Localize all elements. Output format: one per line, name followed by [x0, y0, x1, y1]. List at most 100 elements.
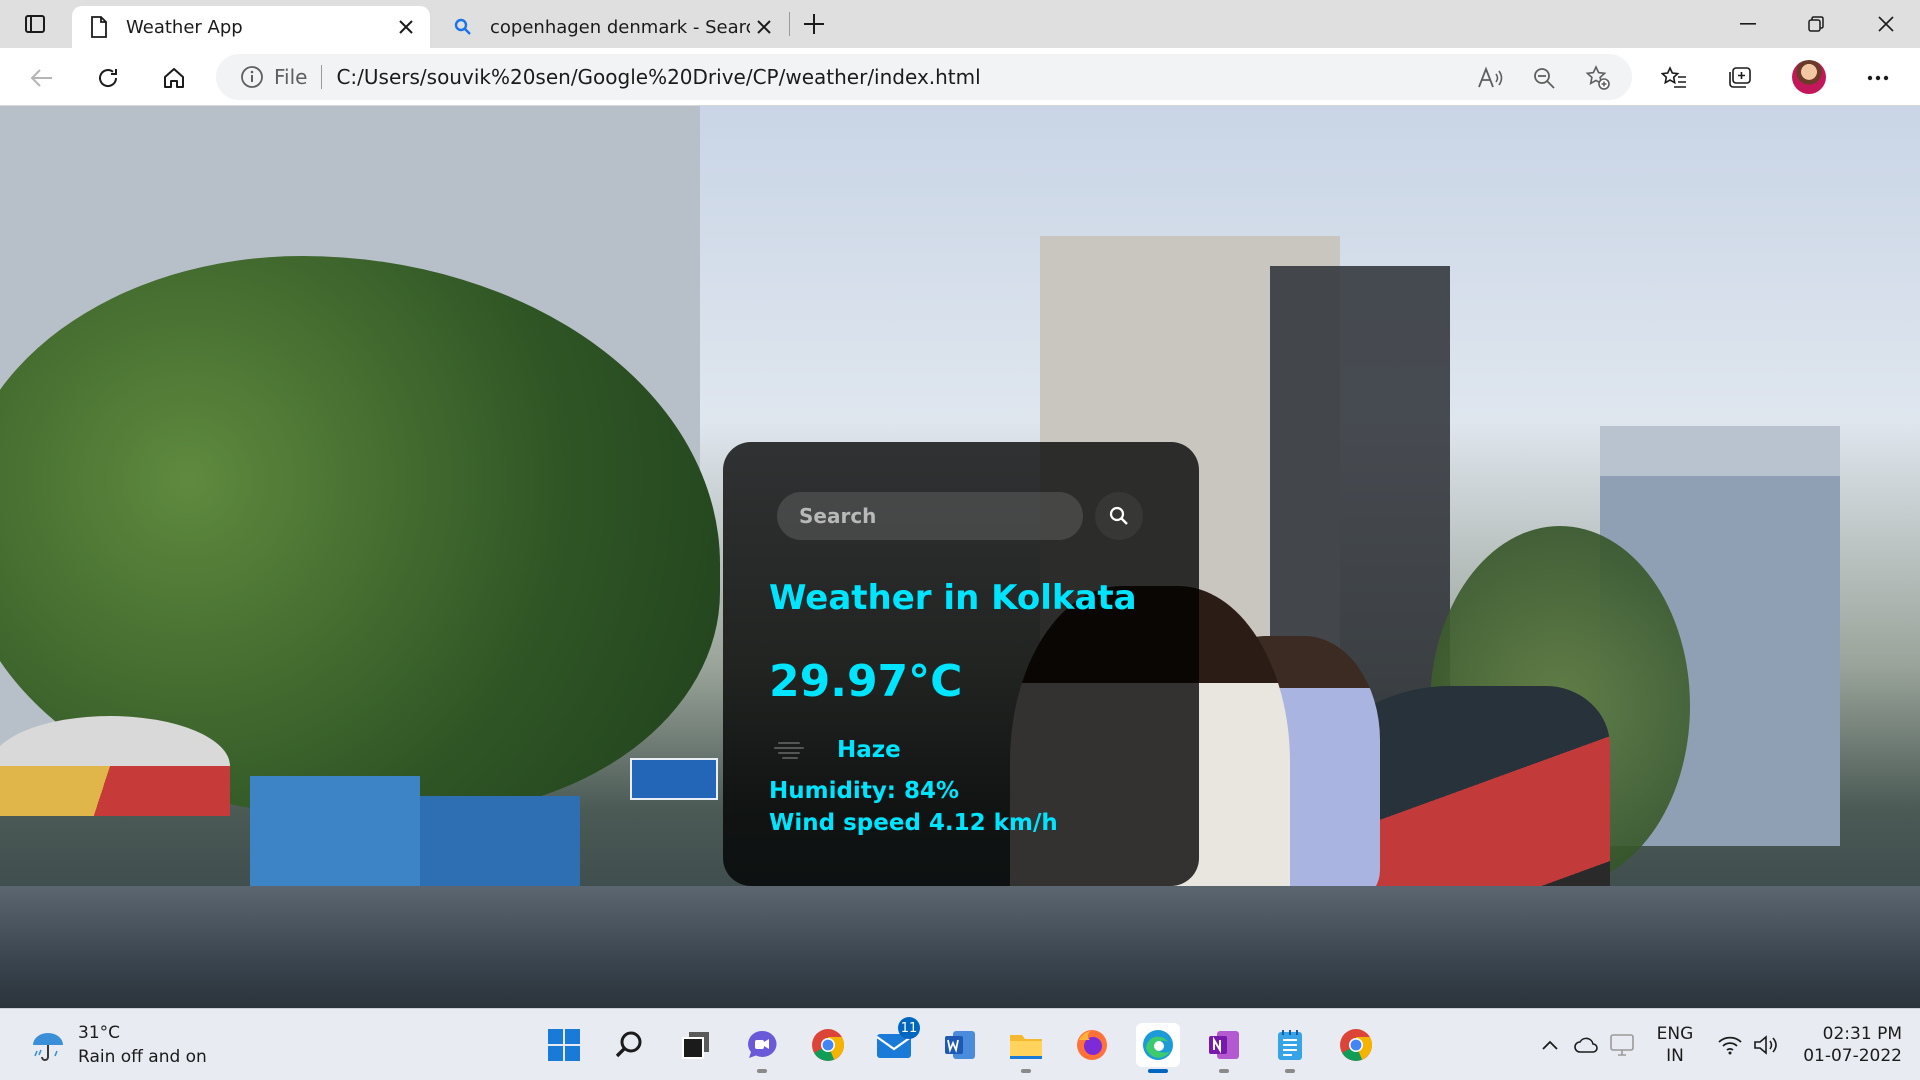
temperature: 29.97°C [769, 656, 963, 707]
address-bar[interactable]: File C:/Users/souvik%20sen/Google%20Driv… [216, 54, 1632, 100]
onenote-app-button[interactable] [1202, 1023, 1246, 1073]
tab-title: Weather App [126, 16, 243, 38]
back-arrow-icon [30, 69, 52, 87]
monitor-icon [1610, 1034, 1634, 1056]
collections-button[interactable] [1720, 58, 1760, 98]
mail-app-button[interactable]: 11 [872, 1017, 920, 1067]
taskbar-weather-temp: 31°C [78, 1023, 121, 1043]
mail-unread-badge: 11 [898, 1017, 920, 1039]
task-view-icon [682, 1032, 709, 1059]
show-hidden-icons-button[interactable] [1536, 1031, 1564, 1059]
chat-icon [748, 1030, 777, 1058]
restore-button[interactable] [1786, 0, 1846, 48]
search-icon [1109, 506, 1128, 525]
read-aloud-icon [1478, 66, 1503, 88]
running-indicator [1285, 1069, 1295, 1073]
taskbar-weather-widget[interactable]: 31°C Rain off and on [28, 1021, 207, 1069]
home-icon [164, 68, 184, 88]
search-icon [615, 1031, 642, 1058]
rain-umbrella-icon [28, 1025, 68, 1065]
wifi-icon [1718, 1036, 1742, 1055]
weather-card: Weather in Kolkata 29.97°C Haze Humidity… [723, 442, 1199, 886]
search-input[interactable] [777, 492, 1083, 540]
haze-icon [769, 730, 809, 770]
active-indicator [1148, 1069, 1168, 1073]
notepad-app-button[interactable] [1268, 1023, 1312, 1073]
star-add-icon [1585, 65, 1610, 90]
add-favorite-button[interactable] [1584, 64, 1612, 92]
settings-menu-button[interactable] [1858, 58, 1898, 98]
edge-icon [1143, 1030, 1173, 1060]
language-code: ENG [1656, 1024, 1694, 1044]
tab-weather-app[interactable]: Weather App [72, 6, 430, 48]
start-button[interactable] [542, 1023, 586, 1067]
favorites-icon [1661, 66, 1686, 88]
humidity: Humidity: 84% [769, 778, 960, 804]
firefox-app-button[interactable] [1070, 1023, 1114, 1067]
search-taskbar-button[interactable] [608, 1023, 652, 1067]
chrome-profile-app-button[interactable] [1334, 1023, 1378, 1067]
refresh-button[interactable] [88, 58, 128, 98]
new-tab-button[interactable] [798, 8, 830, 40]
background-floodwater [0, 886, 1920, 1008]
clock-date: 01-07-2022 [1803, 1046, 1902, 1066]
edge-app-button[interactable] [1136, 1023, 1180, 1073]
chrome-icon [1340, 1029, 1373, 1061]
minimize-icon [1740, 23, 1756, 25]
plus-icon [804, 14, 824, 34]
display-tray-button[interactable] [1608, 1031, 1636, 1059]
browser-toolbar: File C:/Users/souvik%20sen/Google%20Driv… [0, 48, 1920, 106]
favorites-button[interactable] [1654, 58, 1694, 98]
restore-icon [1808, 16, 1824, 32]
search-icon [452, 16, 474, 38]
taskbar: 31°C Rain off and on 11 ENG IN 02:31 PM … [0, 1008, 1920, 1080]
chrome-icon [812, 1029, 845, 1061]
task-view-button[interactable] [674, 1023, 718, 1067]
info-icon[interactable] [240, 65, 264, 89]
close-tab-button[interactable] [392, 13, 420, 41]
condition-text: Haze [837, 737, 901, 763]
firefox-icon [1077, 1030, 1107, 1060]
volume-tray-button[interactable] [1752, 1031, 1780, 1059]
folder-icon [1010, 1035, 1042, 1059]
page-icon [88, 16, 110, 38]
zoom-out-button[interactable] [1530, 64, 1558, 92]
chrome-app-button[interactable] [806, 1023, 850, 1067]
zoom-out-icon [1534, 68, 1555, 89]
word-icon [945, 1031, 975, 1059]
onenote-icon [1209, 1031, 1239, 1059]
background-building-roof [1600, 426, 1840, 476]
running-indicator [1021, 1069, 1031, 1073]
background-sign [630, 758, 718, 800]
url-divider [321, 65, 323, 89]
wifi-tray-button[interactable] [1716, 1031, 1744, 1059]
word-app-button[interactable] [938, 1023, 982, 1067]
read-aloud-button[interactable] [1476, 64, 1504, 92]
tab-separator [789, 12, 790, 36]
background-umbrella [0, 716, 230, 816]
tab-copenhagen-search[interactable]: copenhagen denmark - Search [436, 6, 788, 48]
system-clock[interactable]: 02:31 PM 01-07-2022 [1790, 1023, 1902, 1067]
search-row [777, 492, 1147, 540]
onedrive-tray-button[interactable] [1572, 1031, 1600, 1059]
wind-speed: Wind speed 4.12 km/h [769, 810, 1058, 836]
notepad-icon [1278, 1030, 1302, 1060]
teams-chat-button[interactable] [740, 1023, 784, 1073]
region-code: IN [1666, 1046, 1684, 1066]
language-indicator[interactable]: ENG IN [1653, 1023, 1697, 1067]
close-tab-button[interactable] [750, 13, 778, 41]
profile-avatar[interactable] [1792, 60, 1826, 94]
cloud-icon [1574, 1037, 1598, 1053]
running-indicator [1219, 1069, 1229, 1073]
file-explorer-button[interactable] [1004, 1023, 1048, 1073]
back-button[interactable] [22, 58, 62, 98]
tab-strip: Weather App copenhagen denmark - Search [0, 0, 1920, 48]
more-icon [1867, 75, 1889, 81]
home-button[interactable] [154, 58, 194, 98]
close-window-button[interactable] [1856, 0, 1916, 48]
search-button[interactable] [1095, 492, 1143, 540]
minimize-button[interactable] [1718, 0, 1778, 48]
page-viewport: Weather in Kolkata 29.97°C Haze Humidity… [0, 106, 1920, 1008]
url-text[interactable]: C:/Users/souvik%20sen/Google%20Drive/CP/… [336, 65, 980, 89]
tab-actions-button[interactable] [10, 6, 60, 42]
